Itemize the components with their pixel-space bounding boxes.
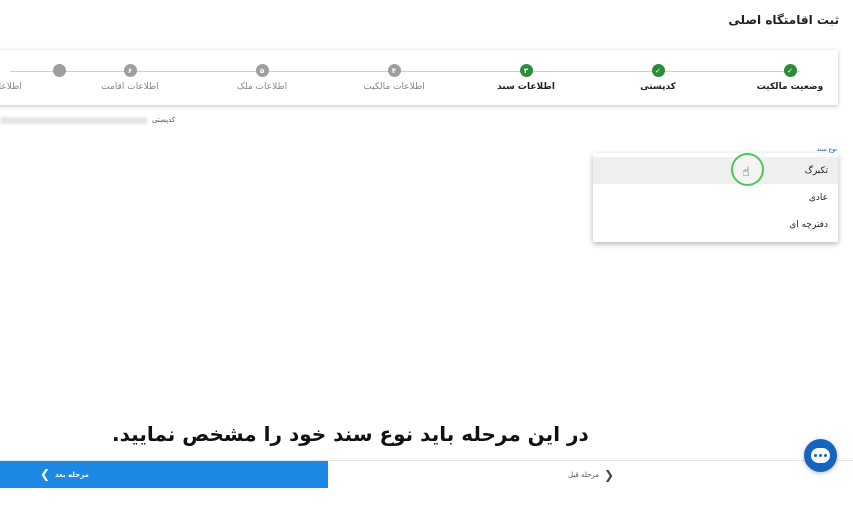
chat-bubble-icon [811,448,830,463]
blurred-address [0,117,148,124]
step-residence-info[interactable]: ۶ اطلاعات اقامت [70,64,190,92]
next-step-button[interactable]: ❮ مرحله بعد [0,461,328,488]
step-label: اطلاعات سند [497,82,555,92]
step-label: اطلاعات [0,82,22,92]
footer-bar: ❮ مرحله بعد مرحله قبل ❯ [0,460,853,488]
postal-code-label: کدپستی [152,116,176,124]
step-label: وضعیت مالکیت [756,82,824,92]
step-number-badge [53,64,66,77]
step-label: اطلاعات ملک [236,82,288,92]
option-ordinary[interactable]: عادی [593,184,838,211]
previous-step-button[interactable]: مرحله قبل ❯ [568,461,614,488]
step-label: اطلاعات مالکیت [363,82,425,92]
document-type-dropdown[interactable]: تکبرگ عادی دفترچه ای [593,153,838,242]
document-type-label: نوع سند [816,146,837,153]
chat-support-button[interactable] [804,439,837,472]
step-label: کدپستی [640,82,676,92]
hand-pointer-icon: ☝ [742,165,750,180]
step-number-badge: ۵ [255,64,269,77]
step-document-info[interactable]: ۳ اطلاعات سند [466,64,586,92]
step-number-badge: ۴ [387,64,401,77]
step-info-partial[interactable]: اطلاعات [0,64,66,92]
step-number-badge: ۳ [519,64,533,77]
option-booklet[interactable]: دفترچه ای [593,211,838,238]
step-property-info[interactable]: ۵ اطلاعات ملک [202,64,322,92]
step-label: اطلاعات اقامت [101,82,159,92]
tutorial-caption: در این مرحله باید نوع سند خود را مشخص نم… [112,422,589,446]
step-ownership-status[interactable]: ✓ وضعیت مالکیت [730,64,850,92]
chevron-left-icon: ❮ [40,467,51,481]
next-step-label: مرحله بعد [55,470,89,479]
step-postal-code[interactable]: ✓ کدپستی [598,64,718,92]
check-icon: ✓ [783,64,797,77]
step-ownership-info[interactable]: ۴ اطلاعات مالکیت [334,64,454,92]
chevron-right-icon: ❯ [604,467,615,482]
step-number-badge: ۶ [123,64,137,77]
previous-step-label: مرحله قبل [568,470,599,479]
page-title: ثبت اقامتگاه اصلی [728,13,839,27]
stepper: ✓ وضعیت مالکیت ✓ کدپستی ۳ اطلاعات سند ۴ … [0,50,838,105]
option-single-sheet[interactable]: تکبرگ [593,157,838,184]
check-icon: ✓ [651,64,665,77]
